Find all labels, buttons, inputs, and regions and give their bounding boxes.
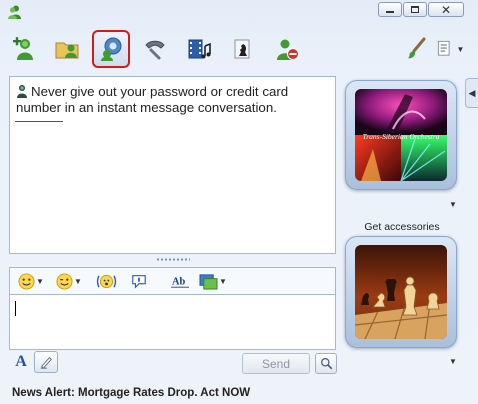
send-button[interactable]: Send	[242, 353, 310, 374]
user-display-picture	[355, 245, 447, 339]
message-compose-box	[9, 294, 336, 350]
search-button[interactable]	[315, 353, 337, 374]
warning-text: Never give out your password or credit c…	[16, 84, 289, 115]
divider	[15, 121, 63, 122]
folder-share-icon	[55, 42, 79, 59]
title-bar: ✕	[0, 0, 478, 28]
wink-button[interactable]: ▼	[54, 271, 84, 291]
chevron-left-icon: ◀	[468, 87, 476, 98]
contact-picture-menu-arrow[interactable]: ▼	[449, 200, 457, 209]
film-music-icon	[188, 39, 211, 59]
nudge-icon	[96, 274, 116, 288]
user-picture-frame[interactable]	[345, 236, 457, 348]
voice-clip-button[interactable]	[128, 271, 150, 291]
close-icon: ✕	[440, 2, 452, 17]
nudge-button[interactable]	[94, 271, 118, 291]
contact-picture-frame[interactable]: Trans-Siberian Orchestra	[345, 80, 457, 190]
spell-check-button[interactable]: Ab	[168, 271, 192, 291]
chevron-down-icon: ▼	[36, 276, 44, 286]
block-contact-icon	[277, 39, 299, 60]
show-menu-button[interactable]: ▼	[432, 30, 468, 68]
change-background-button[interactable]	[402, 30, 432, 68]
chevron-down-icon: ▼	[74, 276, 82, 286]
webcam-voice-icon	[101, 37, 122, 61]
font-button[interactable]: A	[11, 353, 31, 371]
add-contact-icon	[13, 37, 33, 60]
call-button[interactable]	[136, 30, 174, 68]
contact-picture-caption: Trans-Siberian Orchestra	[362, 132, 439, 141]
user-picture-menu-arrow[interactable]: ▼	[449, 357, 457, 366]
news-alert-link[interactable]: News Alert: Mortgage Rates Drop. Act NOW	[12, 387, 250, 399]
conversation-toolbar: ▼	[0, 30, 478, 70]
get-accessories-link[interactable]: Get accessories	[343, 221, 461, 233]
emoticon-button[interactable]: ▼	[16, 271, 46, 291]
collapse-panel-tab[interactable]: ◀	[465, 78, 478, 108]
background-picture-button[interactable]: ▼	[198, 271, 228, 291]
block-button[interactable]	[268, 30, 306, 68]
pen-icon	[40, 356, 52, 369]
games-button[interactable]	[224, 30, 262, 68]
pane-splitter[interactable]	[156, 258, 190, 261]
maximize-button[interactable]	[403, 2, 427, 17]
emoticon-icon	[18, 272, 35, 290]
phone-handset-icon	[145, 40, 165, 60]
chevron-down-icon: ▼	[456, 44, 465, 54]
message-input[interactable]	[10, 295, 335, 349]
minimize-button[interactable]	[378, 2, 402, 17]
voice-clip-icon	[132, 275, 146, 289]
send-files-button[interactable]	[48, 30, 86, 68]
message-history[interactable]: Never give out your password or credit c…	[9, 76, 336, 254]
paintbrush-icon	[408, 37, 426, 59]
wink-icon	[56, 272, 73, 290]
video-activities-button[interactable]	[180, 30, 218, 68]
spell-check-icon: Ab	[170, 276, 189, 288]
compose-toolbar: ▼ ▼ Ab ▼	[9, 267, 336, 295]
security-warning: Never give out your password or credit c…	[16, 84, 316, 116]
minimize-icon	[386, 11, 394, 13]
search-icon	[320, 358, 332, 370]
chess-piece-icon	[234, 39, 250, 59]
handwriting-button[interactable]	[34, 351, 58, 373]
background-picture-icon	[199, 273, 218, 290]
chevron-down-icon: ▼	[219, 276, 227, 286]
user-warning-icon	[16, 84, 28, 98]
start-voice-button[interactable]	[92, 30, 130, 68]
invite-contact-button[interactable]	[5, 30, 43, 68]
messenger-app-icon	[7, 4, 23, 20]
close-button[interactable]: ✕	[428, 2, 464, 17]
menu-icon	[437, 40, 449, 56]
text-caret	[15, 301, 16, 316]
maximize-icon	[411, 6, 419, 13]
contact-display-picture: Trans-Siberian Orchestra	[355, 89, 447, 181]
svg-text:Ab: Ab	[172, 276, 185, 287]
